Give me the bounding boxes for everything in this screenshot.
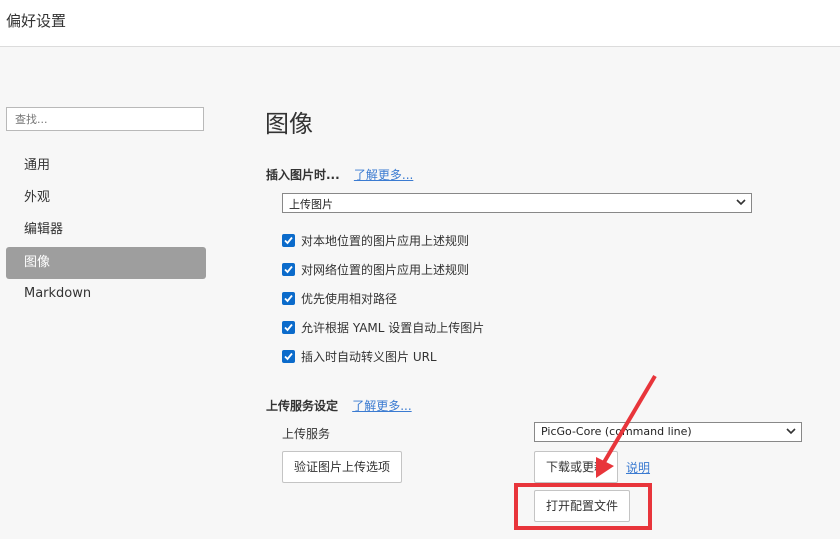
arrow-icon bbox=[596, 374, 657, 478]
